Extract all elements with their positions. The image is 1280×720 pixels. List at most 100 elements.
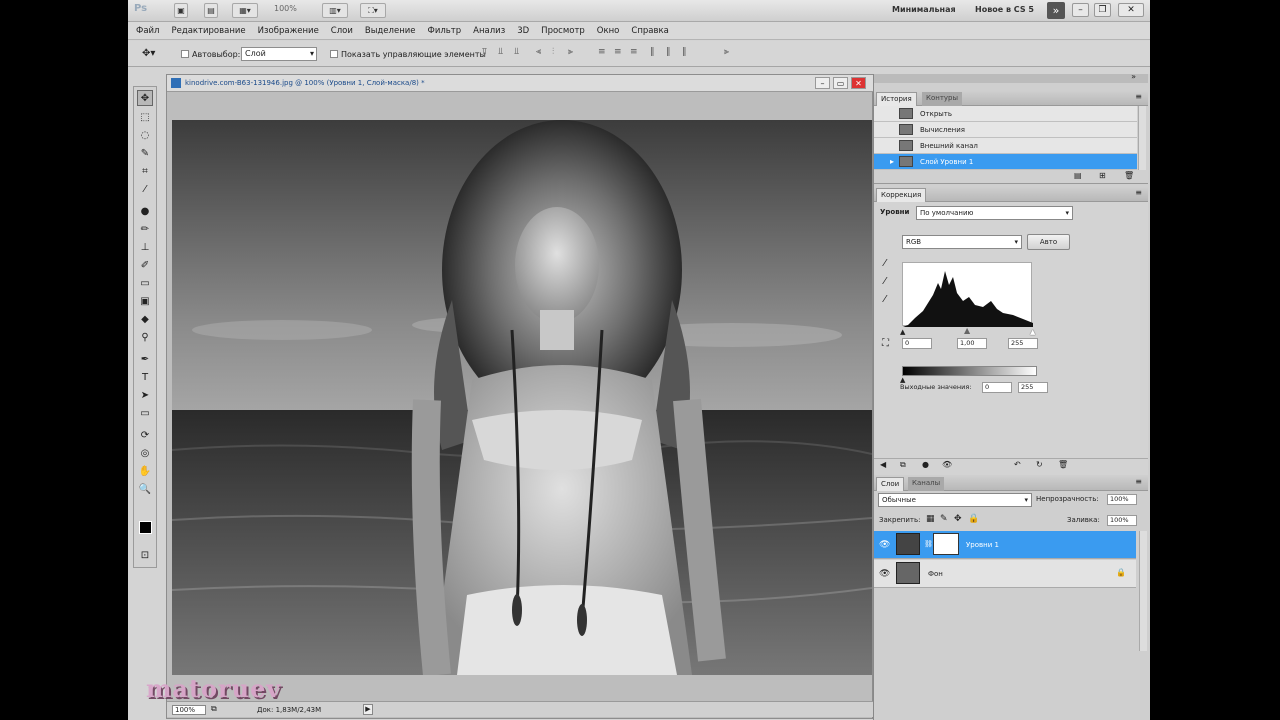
lock-position-icon[interactable]: ✥ [954,514,962,524]
status-menu-arrow-icon[interactable]: ▶ [363,704,373,715]
status-zoom-field[interactable]: 100% [172,705,206,715]
input-gamma-field[interactable]: 1,00 [957,338,987,349]
history-panel-menu-icon[interactable]: ≡ [1135,92,1142,101]
mini-bridge-icon[interactable]: ▤ [204,3,218,18]
align-bottom-icon[interactable]: ⫫ [514,47,526,59]
tab-layers[interactable]: Слои [876,477,905,491]
3d-rotate-tool-icon[interactable]: ⟳ [137,427,153,443]
delete-state-icon[interactable]: 🗑 [1124,171,1134,180]
auto-align-icon[interactable]: ⫸ [724,47,736,59]
status-icon[interactable]: ⧉ [211,704,217,714]
align-right-icon[interactable]: ⫸ [568,47,580,59]
close-icon[interactable]: ✕ [1118,3,1144,17]
menu-select[interactable]: Выделение [365,26,416,36]
clip-to-layer-icon[interactable]: ⛶ [882,338,889,349]
distribute-left-icon[interactable]: ‖ [650,47,662,59]
layers-panel-menu-icon[interactable]: ≡ [1135,477,1142,486]
crop-tool-icon[interactable]: ⌗ [137,163,153,179]
align-hcenter-icon[interactable]: ⫶ [552,47,564,59]
blend-mode-dropdown[interactable]: Обычные [878,493,1032,507]
type-tool-icon[interactable]: T [137,369,153,385]
visibility-icon[interactable]: 👁 [942,460,952,469]
lasso-tool-icon[interactable]: ◌ [137,127,153,143]
black-point-eyedropper-icon[interactable]: ⁄ [884,258,886,269]
move-tool-icon[interactable]: ✥ [137,90,153,106]
history-scrollbar[interactable] [1138,106,1146,170]
menu-file[interactable]: Файл [136,26,159,36]
autoselect-checkbox[interactable] [181,50,189,58]
delete-adjustment-icon[interactable]: 🗑 [1058,460,1068,469]
move-tool-preset-icon[interactable]: ✥▾ [142,48,155,59]
align-left-icon[interactable]: ⫷ [536,47,548,59]
brush-tool-icon[interactable]: ✏ [137,221,153,237]
lock-pixels-icon[interactable]: ✎ [940,514,948,524]
history-item[interactable]: Открыть [874,106,1137,122]
return-to-list-icon[interactable]: ◀ [880,460,886,469]
path-selection-tool-icon[interactable]: ➤ [137,387,153,403]
arrange-documents-icon[interactable]: ▥▾ [322,3,348,18]
channel-dropdown[interactable]: RGB [902,235,1022,249]
align-vcenter-icon[interactable]: ⫫ [498,47,510,59]
history-item-selected[interactable]: ▸ Слой Уровни 1 [874,154,1137,170]
menu-window[interactable]: Окно [597,26,620,36]
minimize-icon[interactable]: – [1072,3,1089,17]
history-item[interactable]: Вычисления [874,122,1137,138]
expanded-view-icon[interactable]: ⧉ [900,460,906,470]
healing-brush-tool-icon[interactable]: ● [137,203,153,219]
document-tab[interactable]: kinodrive.com-B63-131946.jpg @ 100% (Уро… [167,75,873,92]
white-point-eyedropper-icon[interactable]: ⁄ [884,294,886,305]
show-controls-checkbox[interactable] [330,50,338,58]
input-black-slider-icon[interactable]: ▲ [900,328,905,336]
align-top-icon[interactable]: ⫪ [482,47,494,59]
input-gamma-slider-icon[interactable]: ▲ [964,326,970,335]
history-item[interactable]: Внешний канал [874,138,1137,154]
mask-link-icon[interactable]: ⛓ [924,540,933,548]
restore-icon[interactable]: ❐ [1094,3,1111,17]
shape-tool-icon[interactable]: ▭ [137,405,153,421]
input-white-field[interactable]: 255 [1008,338,1038,349]
menu-filter[interactable]: Фильтр [428,26,462,36]
eraser-tool-icon[interactable]: ▭ [137,275,153,291]
doc-maximize-icon[interactable]: ▭ [833,77,848,89]
zoom-level[interactable]: 100% [274,4,297,13]
clip-icon[interactable]: ● [922,460,929,469]
workspace-more-icon[interactable]: » [1047,2,1065,19]
layers-scrollbar[interactable] [1139,531,1147,651]
history-brush-tool-icon[interactable]: ✐ [137,257,153,273]
marquee-tool-icon[interactable]: ⬚ [137,109,153,125]
menu-view[interactable]: Просмотр [541,26,585,36]
distribute-hcenter-icon[interactable]: ‖ [666,47,678,59]
reset-icon[interactable]: ↻ [1036,460,1043,469]
blur-tool-icon[interactable]: ◆ [137,311,153,327]
menu-image[interactable]: Изображение [258,26,319,36]
dodge-tool-icon[interactable]: ⚲ [137,329,153,345]
previous-state-icon[interactable]: ↶ [1014,460,1021,469]
levels-preset-dropdown[interactable]: По умолчанию [916,206,1073,220]
menu-3d[interactable]: 3D [517,26,529,36]
tab-channels[interactable]: Каналы [908,477,945,491]
fill-field[interactable]: 100% [1107,515,1137,526]
lock-transparency-icon[interactable]: ▦ [926,514,935,524]
distribute-bottom-icon[interactable]: ≡ [630,47,642,59]
tab-history[interactable]: История [876,92,917,106]
view-extras-icon[interactable]: ▦▾ [232,3,258,18]
gradient-tool-icon[interactable]: ▣ [137,293,153,309]
corrections-panel-menu-icon[interactable]: ≡ [1135,188,1142,197]
foreground-color-swatch[interactable] [139,521,152,534]
bridge-icon[interactable]: ▣ [174,3,188,18]
gray-point-eyedropper-icon[interactable]: ⁄ [884,276,886,287]
auto-button[interactable]: Авто [1027,234,1070,250]
distribute-right-icon[interactable]: ‖ [682,47,694,59]
clone-stamp-tool-icon[interactable]: ⊥ [137,239,153,255]
new-document-from-state-icon[interactable]: ▤ [1074,171,1082,180]
distribute-top-icon[interactable]: ≡ [598,47,610,59]
layer-row-background[interactable]: 👁 Фон 🔒 [874,560,1136,588]
menu-layers[interactable]: Слои [331,26,353,36]
zoom-tool-icon[interactable]: 🔍 [137,481,153,497]
doc-minimize-icon[interactable]: – [815,77,830,89]
3d-orbit-tool-icon[interactable]: ◎ [137,445,153,461]
autoselect-dropdown[interactable]: Слой [241,47,317,61]
tab-contours[interactable]: Контуры [922,92,963,106]
distribute-vcenter-icon[interactable]: ≡ [614,47,626,59]
menu-analysis[interactable]: Анализ [473,26,505,36]
